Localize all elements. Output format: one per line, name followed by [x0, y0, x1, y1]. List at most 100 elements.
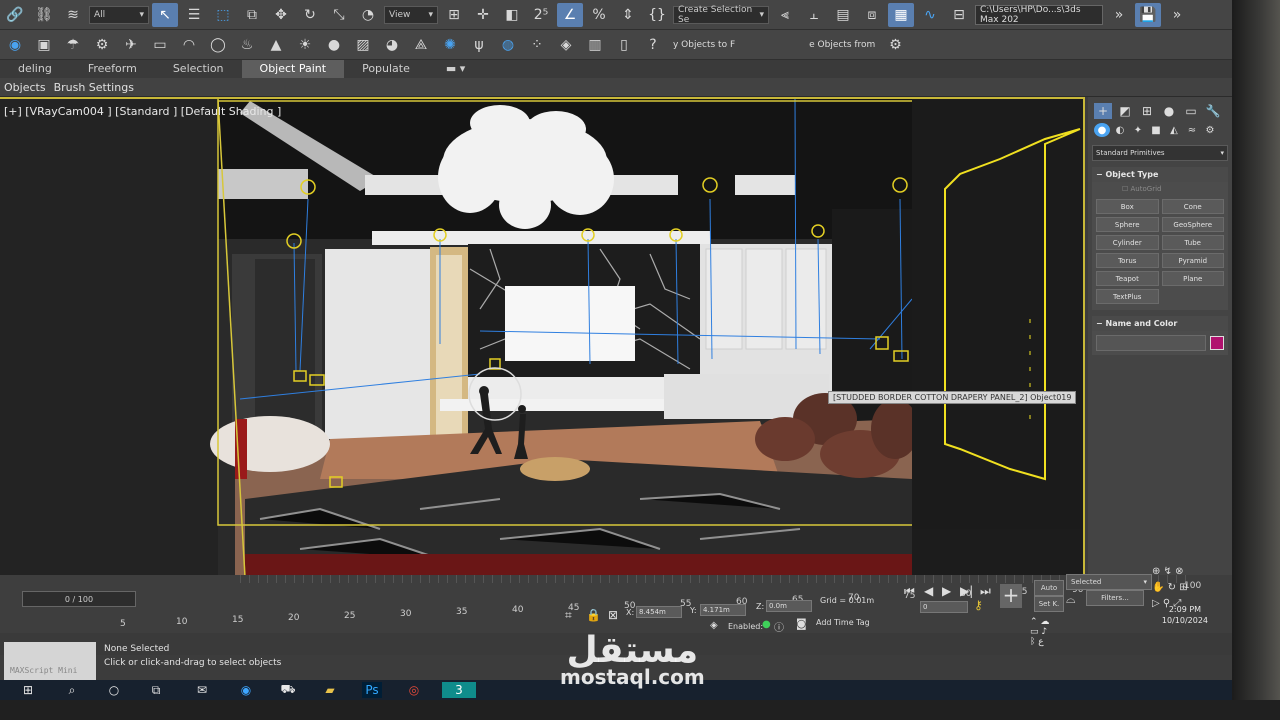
help-icon[interactable]: ? [640, 33, 666, 57]
key-mode-icon[interactable]: ⚷ [974, 598, 983, 612]
next-frame-icon[interactable]: ▶| [960, 584, 973, 598]
spacewarps-icon[interactable]: ≈ [1184, 123, 1200, 137]
search-icon[interactable]: ⌕ [62, 682, 82, 698]
copy-objects-button[interactable]: y Objects to F [669, 40, 739, 50]
panel-brush-settings[interactable]: Brush Settings [50, 81, 138, 94]
render-iterative-icon[interactable]: ⚙ [89, 33, 115, 57]
y-coordinate-field[interactable]: 4.171m [700, 604, 746, 616]
file-icon[interactable]: ▯ [611, 33, 637, 57]
vray-proxy-icon[interactable]: ⟁ [408, 33, 434, 57]
object-name-field[interactable] [1096, 335, 1206, 351]
time-tag-icon[interactable]: ◙ [796, 617, 807, 630]
select-object-icon[interactable]: ↖ [152, 2, 178, 27]
cortana-icon[interactable]: ○ [104, 682, 124, 698]
render-production-icon[interactable]: ☂ [60, 33, 86, 57]
time-slider[interactable]: 0 / 100 [22, 591, 136, 607]
z-coordinate-field[interactable]: 0.0m [766, 600, 812, 612]
pyramid-button[interactable]: Pyramid [1161, 253, 1224, 268]
settings-icon[interactable]: ⚙ [882, 33, 908, 57]
tab-populate[interactable]: Populate [344, 60, 428, 78]
utilities-tab-icon[interactable]: 🔧 [1204, 103, 1222, 119]
cameras-icon[interactable]: ■ [1148, 123, 1164, 137]
nav-orbit-icon[interactable]: ✋ ↻ ⊞ [1152, 582, 1188, 593]
named-selection-dropdown[interactable]: Create Selection Se ▾ [673, 5, 769, 25]
color-palette-icon[interactable]: ⁘ [524, 33, 550, 57]
select-by-name-icon[interactable]: ☰ [181, 3, 207, 27]
paste-objects-button[interactable]: e Objects from [805, 40, 879, 50]
pivot-center-icon[interactable]: ⊞ [441, 3, 467, 27]
vray-grass-icon[interactable]: ψ [466, 33, 492, 57]
unlink-icon[interactable]: ⛓ [31, 3, 57, 27]
windows-start-icon[interactable]: ⊞ [18, 682, 38, 698]
mail-icon[interactable]: ✉ [192, 682, 212, 698]
more-tools-icon[interactable]: » [1106, 3, 1132, 27]
hierarchy-tab-icon[interactable]: ⊞ [1138, 103, 1156, 119]
store-icon[interactable]: ⛟ [278, 682, 298, 698]
photoshop-icon[interactable]: Ps [362, 682, 382, 698]
save-icon[interactable]: 💾 [1135, 2, 1161, 27]
tube-button[interactable]: Tube [1161, 235, 1224, 250]
vray-scatter-icon[interactable]: ✺ [437, 33, 463, 57]
vray-ies-icon[interactable]: ♨ [234, 33, 260, 57]
tab-freeform[interactable]: Freeform [70, 60, 155, 78]
enabled-toggle-icon[interactable]: ● [762, 619, 771, 630]
key-tangent-icon[interactable]: ⌓ [1066, 592, 1076, 607]
cone-button[interactable]: Cone [1161, 199, 1224, 214]
key-filter-dropdown[interactable]: Selected ▾ [1066, 574, 1152, 590]
vray-fur-icon[interactable]: ▨ [350, 33, 376, 57]
vray-globe-icon[interactable]: ◍ [495, 33, 521, 57]
box-button[interactable]: Box [1096, 199, 1159, 214]
rendered-frame-icon[interactable]: ▣ [31, 33, 57, 57]
tab-selection[interactable]: Selection [155, 60, 242, 78]
keyboard-shortcut-icon[interactable]: ◧ [499, 3, 525, 27]
panel-objects[interactable]: Objects [0, 81, 50, 94]
move-icon[interactable]: ✥ [268, 3, 294, 27]
display-tab-icon[interactable]: ▭ [1182, 103, 1200, 119]
lock-icon[interactable]: 🔒 [586, 608, 601, 622]
maxscript-listener[interactable]: MAXScript Mini [4, 642, 96, 680]
textplus-button[interactable]: TextPlus [1096, 289, 1159, 304]
isolate-icon[interactable]: ⌗ [565, 608, 572, 623]
tray-icons[interactable]: ⌃ ☁ ▭ ♪ ᛒ ع [1030, 617, 1050, 647]
vfb-icon[interactable]: ◈ [553, 33, 579, 57]
place-icon[interactable]: ◔ [355, 3, 381, 27]
select-manipulate-icon[interactable]: ✛ [470, 3, 496, 27]
toggle-ribbon-icon[interactable]: ▦ [888, 2, 914, 27]
system-clock[interactable]: 2:09 PM 10/10/2024 [1162, 604, 1208, 626]
rotate-icon[interactable]: ↻ [297, 3, 323, 27]
play-icon[interactable]: ▶ [942, 584, 951, 598]
camera-viewport[interactable]: [+] [VRayCam004 ] [Standard ] [Default S… [0, 97, 1085, 575]
rollout-header[interactable]: − Name and Color [1092, 316, 1228, 331]
schematic-view-icon[interactable]: ⊟ [946, 3, 972, 27]
file-explorer-icon[interactable]: ▰ [320, 682, 340, 698]
bind-spacewarp-icon[interactable]: ≋ [60, 3, 86, 27]
tab-object-paint[interactable]: Object Paint [241, 60, 345, 78]
motion-tab-icon[interactable]: ● [1160, 103, 1178, 119]
prev-frame-icon[interactable]: ◀ [924, 584, 933, 598]
set-key-icon[interactable]: + [1000, 584, 1022, 608]
chrome-icon[interactable]: ◎ [404, 682, 424, 698]
shapes-icon[interactable]: ◐ [1112, 123, 1128, 137]
geosphere-button[interactable]: GeoSphere [1161, 217, 1224, 232]
more-tools-right-icon[interactable]: » [1164, 3, 1190, 27]
edit-named-sets-icon[interactable]: {} [644, 3, 670, 27]
layer-explorer-icon[interactable]: ⧈ [859, 3, 885, 27]
primitive-type-dropdown[interactable]: Standard Primitives ▾ [1092, 145, 1228, 161]
reference-coord-dropdown[interactable]: View ▾ [384, 5, 438, 24]
vray-sphere-light-icon[interactable]: ◯ [205, 33, 231, 57]
teapot-button[interactable]: Teapot [1096, 271, 1159, 286]
3ds-max-icon[interactable]: 3 [442, 682, 476, 698]
go-to-end-icon[interactable]: ⏭ [980, 584, 991, 599]
torus-button[interactable]: Torus [1096, 253, 1159, 268]
percent-snap-icon[interactable]: % [586, 3, 612, 27]
spinner-snap-icon[interactable]: ⇕ [615, 3, 641, 27]
rect-selection-icon[interactable]: ⬚ [210, 3, 236, 27]
vray-sun-icon[interactable]: ☀ [292, 33, 318, 57]
nav-zoom-icon[interactable]: ⊕ ↯ ⊗ [1152, 566, 1184, 577]
vray-displacement-icon[interactable]: ◕ [379, 33, 405, 57]
selection-filter-dropdown[interactable]: All ▾ [89, 5, 149, 24]
align-icon[interactable]: ⫠ [801, 3, 827, 27]
select-link-icon[interactable]: 🔗 [2, 3, 28, 27]
task-view-icon[interactable]: ⧉ [146, 682, 166, 698]
tab-modeling[interactable]: deling [0, 60, 70, 78]
